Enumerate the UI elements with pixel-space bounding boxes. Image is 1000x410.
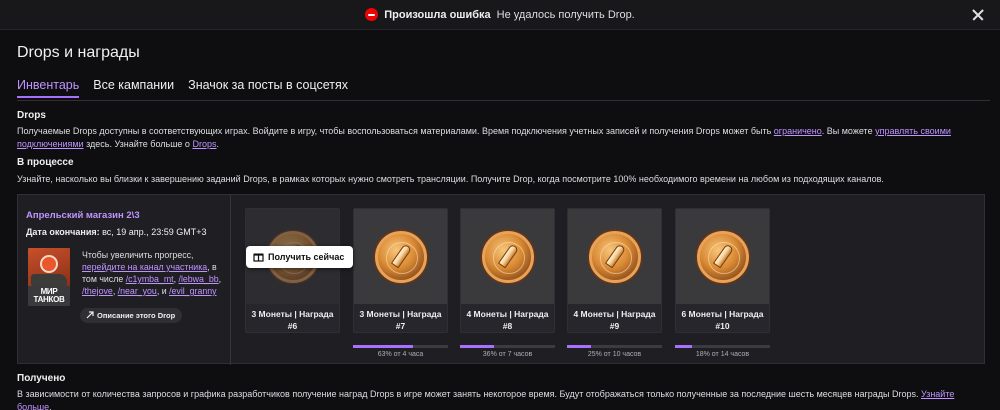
drops-description: Получаемые Drops доступны в соответствую… bbox=[17, 126, 951, 149]
error-title: Произошла ошибка bbox=[384, 8, 491, 21]
tab-bar: Инвентарь Все кампании Значок за посты в… bbox=[17, 78, 362, 98]
game-logo-label: МИР ТАНКОВ bbox=[33, 287, 65, 304]
reward-progress-bar bbox=[675, 345, 770, 348]
channel-link[interactable]: /c1ymba_mt bbox=[126, 274, 174, 284]
error-banner: Произошла ошибка Не удалось получить Dro… bbox=[0, 0, 1000, 30]
reward-progress-label: 25% от 10 часов bbox=[587, 351, 642, 358]
game-box-art[interactable]: МИР ТАНКОВ bbox=[28, 248, 70, 306]
coin-icon bbox=[588, 230, 641, 283]
page-title: Drops и награды bbox=[17, 44, 140, 61]
received-description: В зависимости от количества запросов и г… bbox=[17, 389, 955, 410]
channel-link[interactable]: /lebwa_bb bbox=[179, 274, 219, 284]
reward-card: 4 Монеты | Награда #9 bbox=[567, 208, 662, 333]
channel-link[interactable]: /thejove bbox=[82, 286, 113, 296]
reward-name: 6 Монеты | Награда #10 bbox=[681, 309, 764, 331]
claim-now-button[interactable]: Получить сейчас bbox=[246, 246, 354, 268]
error-message: Не удалось получить Drop. bbox=[496, 8, 635, 21]
drop-description-button[interactable]: Описание этого Drop bbox=[80, 308, 183, 323]
campaign-info: Апрельский магазин 2\3 Дата окончания: в… bbox=[18, 195, 231, 365]
drops-heading: Drops bbox=[17, 110, 46, 121]
error-icon bbox=[365, 8, 379, 21]
received-heading: Получено bbox=[17, 373, 66, 384]
coin-icon bbox=[696, 230, 749, 283]
coin-icon bbox=[481, 230, 534, 283]
reward-card: 4 Монеты | Награда #8 bbox=[460, 208, 555, 333]
reward-progress-label: 63% от 4 часа bbox=[377, 351, 424, 358]
reward-name: 4 Монеты | Награда #9 bbox=[573, 309, 656, 331]
tab-all-campaigns[interactable]: Все кампании bbox=[93, 78, 174, 98]
star-icon bbox=[40, 255, 58, 273]
tab-inventory[interactable]: Инвентарь bbox=[17, 78, 80, 98]
reward-progress-bar bbox=[353, 345, 448, 348]
reward-name: 4 Монеты | Награда #8 bbox=[466, 309, 549, 331]
campaign-instructions: Чтобы увеличить прогресс, перейдите на к… bbox=[82, 250, 222, 296]
reward-progress-bar bbox=[567, 345, 662, 348]
coin-icon bbox=[374, 230, 427, 283]
reward-progress-label: 36% от 7 часов bbox=[482, 351, 533, 358]
reward-name: 3 Монеты | Награда #6 bbox=[251, 309, 334, 331]
in-progress-heading: В процессе bbox=[17, 157, 74, 168]
close-icon[interactable] bbox=[970, 7, 986, 23]
reward-card: 6 Монеты | Награда #10 bbox=[675, 208, 770, 333]
campaign-card: Апрельский магазин 2\3 Дата окончания: в… bbox=[17, 194, 985, 365]
reward-card: 3 Монеты | Награда #6 bbox=[245, 208, 340, 333]
in-progress-description: Узнайте, насколько вы близки к завершени… bbox=[17, 174, 884, 184]
gift-icon bbox=[253, 253, 264, 262]
campaign-end-date: Дата окончания: вс, 19 апр., 23:59 GMT+3 bbox=[26, 227, 207, 237]
limited-link[interactable]: ограничено bbox=[774, 126, 822, 136]
tab-social-badge[interactable]: Значок за посты в соцсетях bbox=[188, 78, 348, 98]
participant-channel-link[interactable]: перейдите на канал участника bbox=[82, 262, 207, 272]
external-arrow-icon bbox=[86, 311, 94, 319]
channel-link[interactable]: /evil_granny bbox=[169, 286, 216, 296]
reward-card: 3 Монеты | Награда #7 bbox=[353, 208, 448, 333]
reward-name: 3 Монеты | Награда #7 bbox=[359, 309, 442, 331]
channel-link[interactable]: /near_you bbox=[118, 286, 157, 296]
reward-progress-label: 18% от 14 часов bbox=[695, 351, 750, 358]
drops-info-link[interactable]: Drops bbox=[192, 139, 216, 149]
campaign-name: Апрельский магазин 2\3 bbox=[26, 210, 140, 221]
reward-progress-bar bbox=[460, 345, 555, 348]
tabs-divider bbox=[17, 100, 990, 101]
tank-icon bbox=[31, 274, 67, 286]
